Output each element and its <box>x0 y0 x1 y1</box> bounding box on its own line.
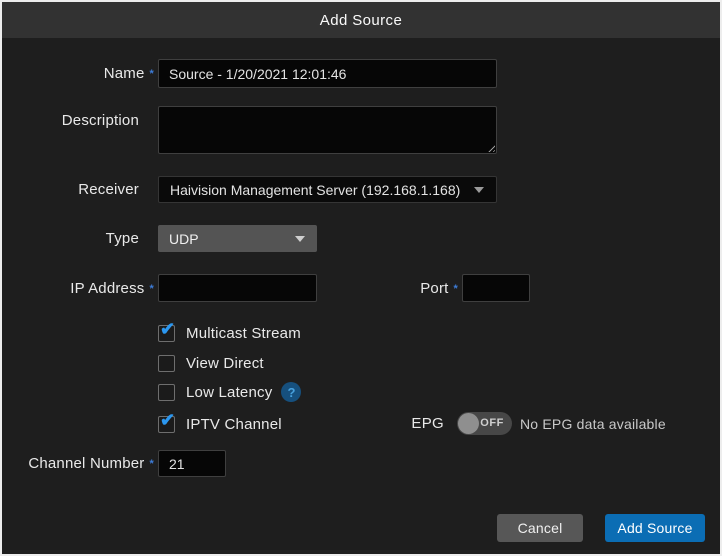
receiver-dropdown-value: Haivision Management Server (192.168.1.1… <box>159 182 474 198</box>
multicast-stream-row: ✔ Multicast Stream <box>158 324 301 342</box>
type-label-row: Type <box>2 225 154 252</box>
chevron-down-icon <box>295 236 305 242</box>
port-label: Port <box>420 280 448 297</box>
channel-number-required-marker: * <box>150 457 154 470</box>
receiver-label-row: Receiver <box>2 176 154 203</box>
name-required-marker: * <box>150 67 154 80</box>
receiver-dropdown[interactable]: Haivision Management Server (192.168.1.1… <box>158 176 497 203</box>
multicast-stream-label: Multicast Stream <box>186 325 301 342</box>
description-label-row: Description <box>2 106 154 136</box>
description-field-wrap <box>158 106 497 154</box>
add-source-dialog: Add Source Name * Description Receiver H… <box>0 0 722 556</box>
receiver-label: Receiver <box>78 181 139 198</box>
ip-address-required-marker: * <box>150 282 154 295</box>
epg-status-text: No EPG data available <box>520 416 666 432</box>
type-dropdown-value: UDP <box>158 231 295 247</box>
ip-address-input[interactable] <box>158 274 317 302</box>
port-input[interactable] <box>462 274 530 302</box>
iptv-channel-row: ✔ IPTV Channel <box>158 415 282 433</box>
name-label-row: Name * <box>2 59 154 88</box>
chevron-down-icon <box>474 187 484 193</box>
view-direct-label: View Direct <box>186 355 264 372</box>
toggle-knob-icon <box>458 413 479 434</box>
ip-address-label: IP Address <box>70 280 144 297</box>
dialog-title: Add Source <box>320 12 402 29</box>
low-latency-row: ✔ Low Latency ? <box>158 383 301 401</box>
name-input[interactable] <box>158 59 497 88</box>
multicast-stream-checkbox[interactable]: ✔ <box>158 325 175 342</box>
checkmark-icon: ✔ <box>160 411 175 429</box>
epg-label: EPG <box>400 415 444 432</box>
checkmark-icon: ✔ <box>160 320 175 338</box>
view-direct-checkbox[interactable]: ✔ <box>158 355 175 372</box>
channel-number-label: Channel Number <box>28 455 144 472</box>
name-label: Name <box>104 65 145 82</box>
type-dropdown[interactable]: UDP <box>158 225 317 252</box>
low-latency-label: Low Latency <box>186 384 272 401</box>
channel-number-label-row: Channel Number * <box>2 450 154 477</box>
help-icon[interactable]: ? <box>281 382 301 402</box>
cancel-button[interactable]: Cancel <box>497 514 583 542</box>
description-label: Description <box>62 112 139 129</box>
epg-toggle-state: OFF <box>480 417 504 429</box>
iptv-channel-checkbox[interactable]: ✔ <box>158 416 175 433</box>
ip-address-label-row: IP Address * <box>2 274 154 302</box>
type-label: Type <box>106 230 139 247</box>
description-textarea[interactable] <box>159 107 496 153</box>
add-source-button[interactable]: Add Source <box>605 514 705 542</box>
view-direct-row: ✔ View Direct <box>158 354 264 372</box>
port-label-row: Port * <box>306 274 458 302</box>
iptv-channel-label: IPTV Channel <box>186 416 282 433</box>
low-latency-checkbox[interactable]: ✔ <box>158 384 175 401</box>
dialog-titlebar: Add Source <box>2 2 720 38</box>
channel-number-input[interactable] <box>158 450 226 477</box>
port-required-marker: * <box>454 282 458 295</box>
epg-toggle[interactable]: OFF <box>457 412 512 435</box>
